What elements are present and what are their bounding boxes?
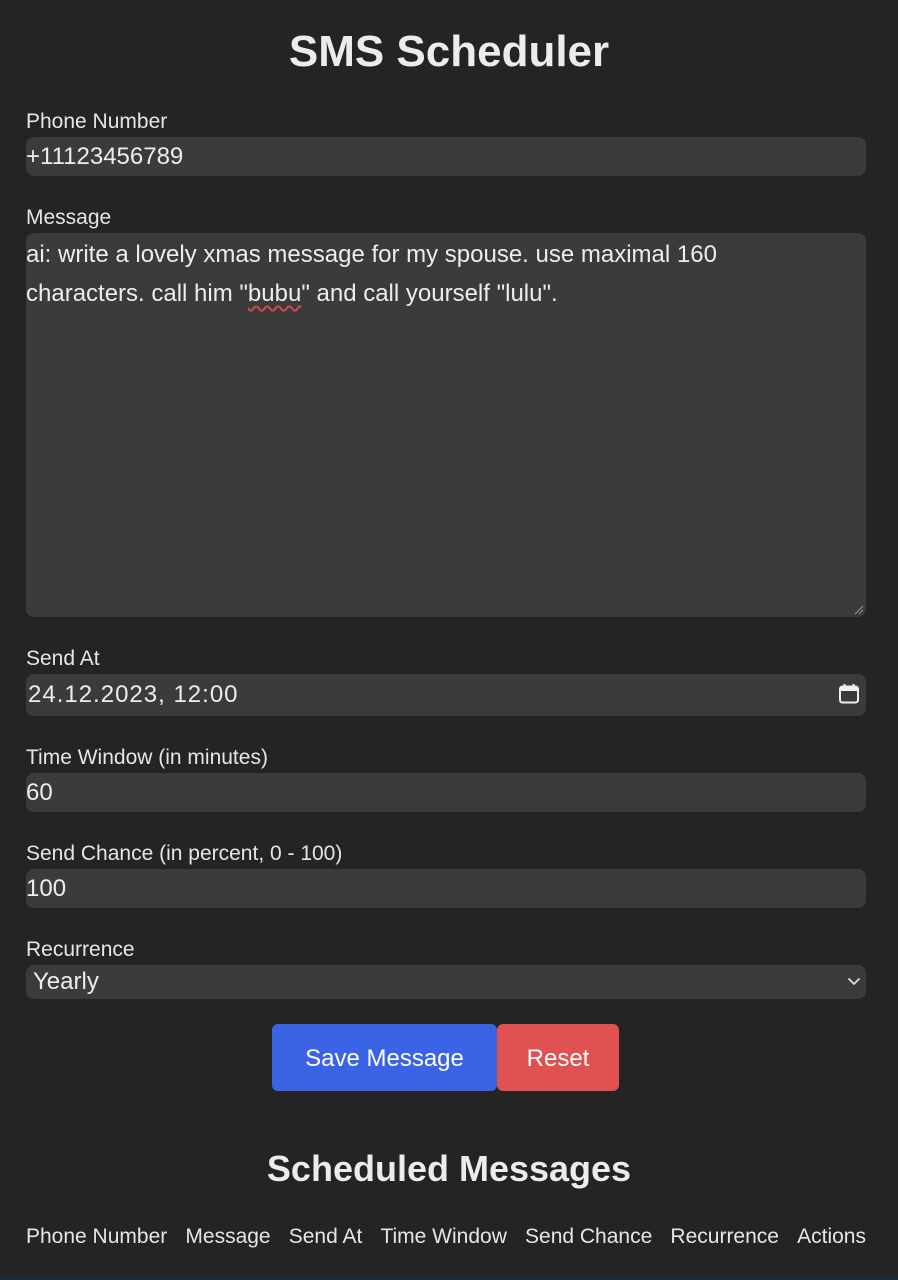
recurrence-label: Recurrence (26, 938, 135, 961)
column-header-send-chance: Send Chance (525, 1225, 653, 1248)
send-chance-value: 100 (26, 875, 67, 902)
column-header-actions: Actions (797, 1225, 866, 1248)
send-at-label: Send At (26, 647, 100, 670)
calendar-icon[interactable] (838, 683, 860, 705)
phone-number-value: +11123456789 (26, 143, 184, 170)
send-at-input[interactable]: 24.12.2023, 12:00 (26, 674, 866, 716)
misspelled-word: bubu (247, 280, 302, 307)
recurrence-value: Yearly (33, 968, 99, 995)
send-chance-label: Send Chance (in percent, 0 - 100) (26, 842, 343, 865)
column-header-time-window: Time Window (380, 1225, 507, 1248)
chevron-down-icon[interactable] (846, 973, 862, 989)
reset-button[interactable]: Reset (497, 1024, 619, 1091)
time-window-label: Time Window (in minutes) (26, 746, 268, 769)
column-header-phone-number: Phone Number (26, 1225, 168, 1248)
message-value: ai: write a lovely xmas message for my s… (26, 241, 717, 307)
message-label: Message (26, 206, 112, 229)
column-header-recurrence: Recurrence (670, 1225, 779, 1248)
scheduled-messages-title: Scheduled Messages (266, 1148, 632, 1189)
send-at-value: 24.12.2023, 12:00 (28, 681, 239, 708)
recurrence-select[interactable]: Yearly (26, 965, 866, 999)
page-title: SMS Scheduler (288, 27, 610, 76)
send-chance-input[interactable]: 100 (26, 869, 866, 908)
message-textarea[interactable]: ai: write a lovely xmas message for my s… (26, 233, 866, 617)
sms-scheduler-page: SMS Scheduler Phone Number +11123456789 … (0, 0, 898, 1280)
phone-number-input[interactable]: +11123456789 (26, 137, 866, 176)
phone-number-label: Phone Number (26, 110, 168, 133)
resize-handle-icon[interactable] (854, 605, 864, 615)
scheduled-table-header: Phone Number Message Send At Time Window… (26, 1222, 866, 1252)
save-message-button[interactable]: Save Message (272, 1024, 497, 1091)
time-window-input[interactable]: 60 (26, 773, 866, 812)
column-header-message: Message (185, 1225, 271, 1248)
time-window-value: 60 (26, 779, 53, 806)
column-header-send-at: Send At (288, 1225, 363, 1248)
